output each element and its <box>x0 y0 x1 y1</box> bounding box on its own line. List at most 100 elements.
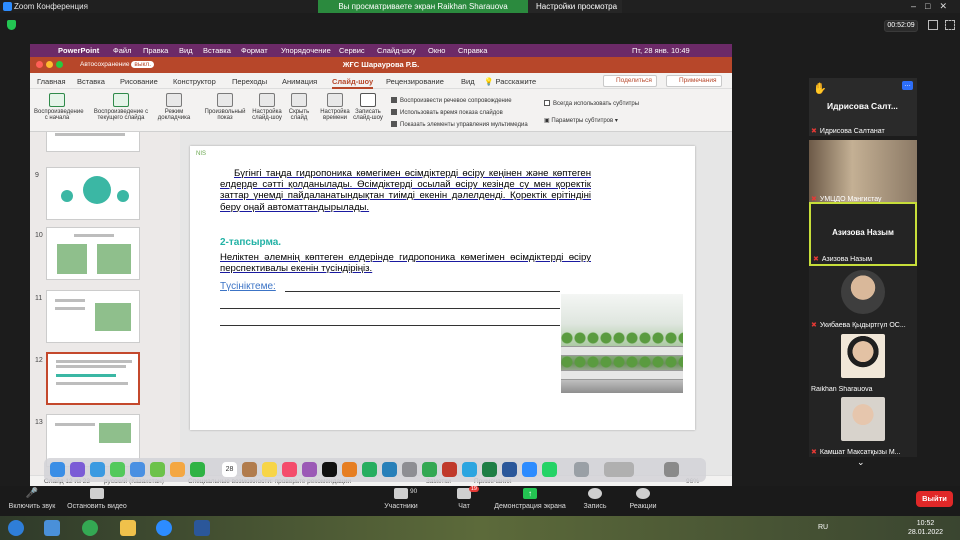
task-heading[interactable]: 2-тапсырма. <box>220 237 281 248</box>
telegram-icon[interactable] <box>462 462 477 477</box>
settings-icon[interactable] <box>402 462 417 477</box>
explorer-icon[interactable] <box>120 520 136 536</box>
messages-icon[interactable] <box>110 462 125 477</box>
reactions-button[interactable]: Реакции <box>626 488 660 510</box>
word-taskbar-icon[interactable] <box>194 520 210 536</box>
share-button[interactable]: Поделиться <box>603 75 657 87</box>
timings-checkbox[interactable]: Использовать время показа слайдов <box>391 109 503 116</box>
menu-tools[interactable]: Сервис <box>339 46 365 55</box>
tab-home[interactable]: Главная <box>37 77 66 86</box>
slide-editing-area[interactable]: NIS Бүгінгі таңда гидропоника көмегімен … <box>180 132 732 475</box>
security-shield-icon[interactable] <box>7 20 16 30</box>
hide-slide-button[interactable]: Скрыть слайд <box>285 93 313 121</box>
unmute-button[interactable]: 🎤 Включить звук <box>6 488 58 510</box>
numbers-icon[interactable] <box>362 462 377 477</box>
participant-tile[interactable]: ✖ Укибаева Қыдыртгүл ОС... <box>809 266 917 330</box>
slide-thumbnail[interactable] <box>46 290 140 343</box>
zoom-taskbar-icon[interactable] <box>156 520 172 536</box>
zoom-dock-icon[interactable] <box>522 462 537 477</box>
participant-tile[interactable]: ✋ … Идрисова Салт... ✖ Идрисова Салтанат <box>809 78 917 136</box>
whatsapp-icon[interactable] <box>542 462 557 477</box>
tell-me[interactable]: 💡 Расскажите <box>484 77 536 86</box>
mail-icon[interactable] <box>130 462 145 477</box>
keyboard-language[interactable]: RU <box>818 524 828 531</box>
taskbar-clock[interactable]: 10:52 28.01.2022 <box>908 519 943 537</box>
participant-tile-active-speaker[interactable]: Азизова Назым ✖ Азизова Назым <box>809 202 917 266</box>
safari-icon[interactable] <box>90 462 105 477</box>
slide-thumbnail[interactable] <box>46 167 140 220</box>
menu-help[interactable]: Справка <box>458 46 487 55</box>
facetime-icon[interactable] <box>190 462 205 477</box>
participants-button[interactable]: 90 Участники <box>380 488 422 510</box>
task-question[interactable]: Неліктен әлемнің көптеген елдерінде гидр… <box>220 252 591 274</box>
share-screen-button[interactable]: ↑ Демонстрация экрана <box>492 488 568 510</box>
setup-show-button[interactable]: Настройка слайд-шоу <box>250 93 284 121</box>
custom-show-button[interactable]: Произвольный показ <box>204 93 246 121</box>
contacts-icon[interactable] <box>242 462 257 477</box>
media-controls-checkbox[interactable]: Показать элементы управления мультимедиа <box>391 121 528 128</box>
fullscreen-icon[interactable] <box>945 20 955 30</box>
comments-button[interactable]: Примечания <box>666 75 722 87</box>
rehearse-timings-button[interactable]: Настройка времени <box>319 93 351 121</box>
intro-paragraph[interactable]: Бүгінгі таңда гидропоника көмегімен өсім… <box>220 168 591 213</box>
ie-icon[interactable] <box>44 520 60 536</box>
menu-file[interactable]: Файл <box>113 46 131 55</box>
presenter-view-button[interactable]: Режим докладчика <box>154 93 194 121</box>
tv-icon[interactable] <box>322 462 337 477</box>
tab-transitions[interactable]: Переходы <box>232 77 267 86</box>
finder-icon[interactable] <box>50 462 65 477</box>
tab-draw[interactable]: Рисование <box>120 77 158 86</box>
tab-review[interactable]: Рецензирование <box>386 77 444 86</box>
play-from-start-button[interactable]: Воспроизведение с начала <box>34 93 84 121</box>
participant-tile[interactable]: Raikhan Sharauova <box>809 330 917 394</box>
subtitles-checkbox[interactable]: Всегда использовать субтитры <box>544 100 639 107</box>
slide-thumbnail-selected[interactable] <box>46 352 140 405</box>
dock-window-thumbnail[interactable] <box>604 462 634 477</box>
maps-icon[interactable] <box>150 462 165 477</box>
appstore-icon[interactable] <box>382 462 397 477</box>
menu-format[interactable]: Формат <box>241 46 268 55</box>
subtitle-settings-button[interactable]: ▣ Параметры субтитров ▾ <box>544 117 618 124</box>
tab-animations[interactable]: Анимация <box>282 77 317 86</box>
menu-view[interactable]: Вид <box>179 46 193 55</box>
leave-meeting-button[interactable]: Выйти <box>916 491 953 507</box>
music-icon[interactable] <box>282 462 297 477</box>
slides-pane[interactable]: 9 10 11 12 13 <box>30 132 180 475</box>
chat-button[interactable]: 19 Чат <box>454 486 479 510</box>
photos-icon[interactable] <box>170 462 185 477</box>
tab-insert[interactable]: Вставка <box>77 77 105 86</box>
word-dock-icon[interactable] <box>502 462 517 477</box>
view-options-button[interactable]: Настройки просмотра ▾ <box>528 0 622 24</box>
launchpad-icon[interactable] <box>70 462 85 477</box>
play-from-current-button[interactable]: Воспроизведение с текущего слайда <box>90 93 152 121</box>
keynote-icon[interactable] <box>342 462 357 477</box>
slide-thumbnail[interactable] <box>46 227 140 280</box>
notes-app-icon[interactable] <box>262 462 277 477</box>
chrome-taskbar-icon[interactable] <box>82 520 98 536</box>
podcasts-icon[interactable] <box>302 462 317 477</box>
powerpoint-dock-icon[interactable] <box>442 462 457 477</box>
calendar-icon[interactable]: 28 <box>222 462 237 477</box>
menu-insert[interactable]: Вставка <box>203 46 231 55</box>
gallery-view-icon[interactable] <box>928 20 938 30</box>
more-options-icon[interactable]: … <box>902 81 913 90</box>
tab-design[interactable]: Конструктор <box>173 77 216 86</box>
menu-arrange[interactable]: Упорядочение <box>281 46 331 55</box>
windows-start-icon[interactable] <box>8 520 24 536</box>
chevron-down-icon[interactable]: ⌄ <box>857 457 865 468</box>
participant-tile[interactable]: ✖ Камшат Максатқызы М... ⌄ <box>809 393 917 467</box>
slide-thumbnail[interactable] <box>46 132 140 152</box>
menu-slideshow[interactable]: Слайд-шоу <box>377 46 416 55</box>
tab-view[interactable]: Вид <box>461 77 475 86</box>
dock-window-thumbnail[interactable] <box>574 462 589 477</box>
tab-slideshow[interactable]: Слайд-шоу <box>332 77 374 89</box>
chrome-icon[interactable] <box>422 462 437 477</box>
explanation-label[interactable]: Түсініктеме: <box>220 281 276 292</box>
app-menu[interactable]: PowerPoint <box>58 46 99 55</box>
menu-window[interactable]: Окно <box>428 46 445 55</box>
narration-checkbox[interactable]: Воспроизвести речевое сопровождение <box>391 97 512 104</box>
current-slide[interactable]: NIS Бүгінгі таңда гидропоника көмегімен … <box>190 146 695 430</box>
record-slideshow-button[interactable]: Записать слайд-шоу <box>352 93 384 121</box>
participant-tile[interactable]: ✖ УМЦДО Мангистау <box>809 140 917 204</box>
excel-icon[interactable] <box>482 462 497 477</box>
